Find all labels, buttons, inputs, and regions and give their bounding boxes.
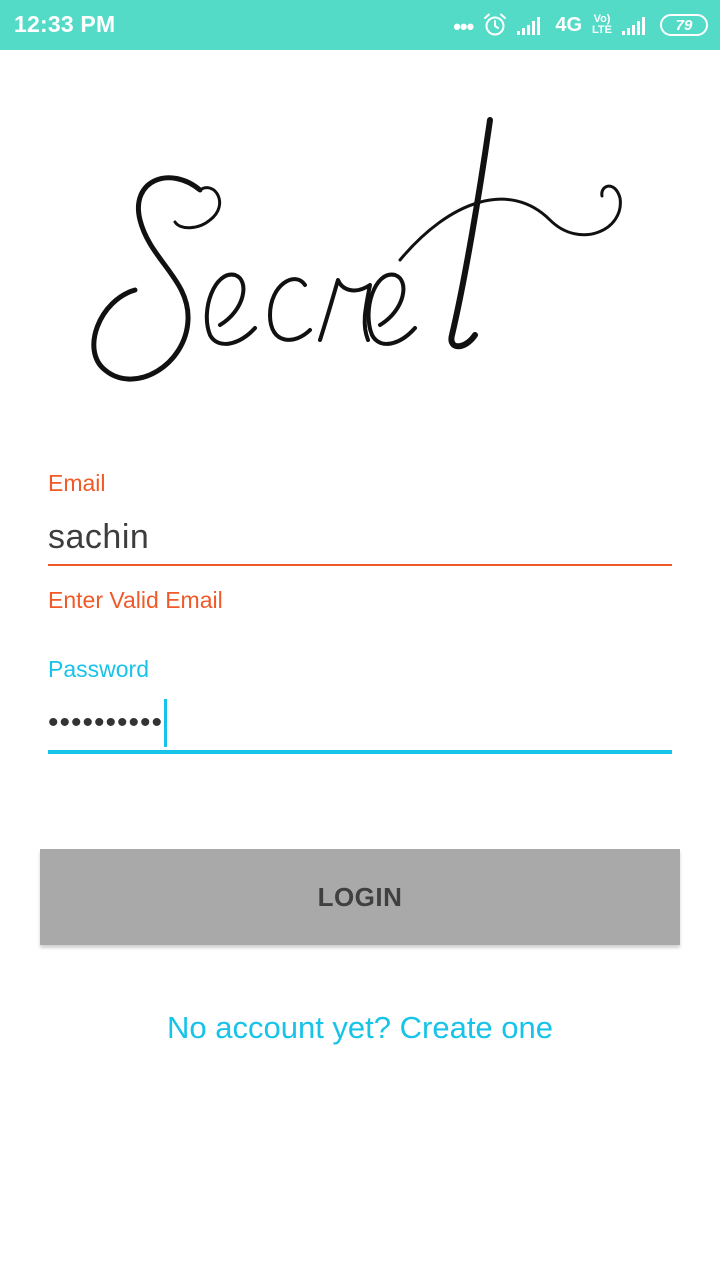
volte-icon: Vo) LTE <box>592 13 612 36</box>
battery-icon: 79 <box>660 14 708 36</box>
login-button[interactable]: LOGIN <box>40 849 680 945</box>
create-account-link[interactable]: No account yet? Create one <box>0 1010 720 1046</box>
text-cursor <box>164 699 168 747</box>
status-bar: 12:33 PM ••• 4G Vo) LTE 79 <box>0 0 720 50</box>
password-field[interactable]: •••••••••• <box>48 699 168 747</box>
password-underline <box>48 750 672 754</box>
secret-logo <box>91 117 622 382</box>
password-masked-value: •••••••••• <box>48 706 164 739</box>
email-underline <box>48 564 672 566</box>
signal-icon-2 <box>622 17 645 35</box>
status-icons: ••• 4G Vo) LTE 79 <box>453 0 708 50</box>
password-label: Password <box>48 656 149 682</box>
email-label: Email <box>48 470 106 496</box>
more-notifications-icon: ••• <box>453 14 474 39</box>
alarm-icon <box>484 13 507 36</box>
email-error-text: Enter Valid Email <box>48 587 223 613</box>
signal-icon <box>517 17 541 35</box>
email-field[interactable]: sachin <box>48 518 149 557</box>
network-type: 4G <box>555 13 583 36</box>
status-time: 12:33 PM <box>14 11 116 37</box>
